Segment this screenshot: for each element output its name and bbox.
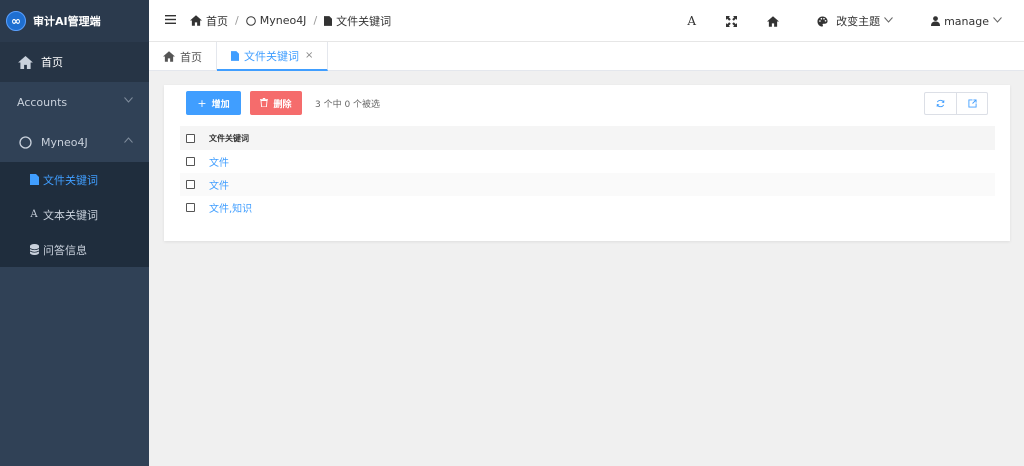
trash-icon bbox=[260, 97, 269, 110]
delete-button[interactable]: 删除 bbox=[250, 91, 302, 115]
hamburger-icon[interactable] bbox=[165, 13, 176, 28]
sidebar-item-label: 文本关键词 bbox=[43, 208, 98, 222]
sidebar-item-qa-info[interactable]: 问答信息 bbox=[0, 232, 149, 267]
tags-view: 首页 文件关键词 × bbox=[149, 42, 1024, 71]
document-icon bbox=[231, 50, 239, 61]
home-icon[interactable] bbox=[767, 15, 780, 27]
header-actions: A 改变主题 manage bbox=[687, 0, 1024, 42]
breadcrumb: 首页 / Myneo4J / 文件关键词 bbox=[190, 13, 391, 29]
document-icon bbox=[28, 174, 40, 185]
document-icon bbox=[324, 15, 333, 26]
font-size-icon[interactable]: A bbox=[687, 14, 696, 28]
breadcrumb-home[interactable]: 首页 bbox=[206, 13, 228, 29]
home-icon bbox=[163, 51, 175, 62]
row-checkbox[interactable] bbox=[186, 203, 195, 212]
circle-icon bbox=[245, 15, 256, 26]
table-header-row: 文件关键词 bbox=[180, 126, 995, 150]
sidebar-item-label: Myneo4J bbox=[41, 135, 88, 149]
sidebar-submenu: 文件关键词 A 文本关键词 问答信息 bbox=[0, 162, 149, 267]
fullscreen-icon[interactable] bbox=[726, 15, 738, 27]
table-cell-link[interactable]: 文件 bbox=[209, 177, 229, 192]
user-icon bbox=[931, 16, 941, 26]
user-dropdown[interactable]: manage bbox=[931, 15, 1002, 28]
select-all-checkbox[interactable] bbox=[186, 133, 195, 143]
sidebar-item-label: Accounts bbox=[17, 95, 68, 109]
plus-icon: + bbox=[197, 96, 207, 110]
chevron-down-icon bbox=[993, 16, 1002, 26]
theme-label: 改变主题 bbox=[836, 15, 881, 28]
export-icon[interactable] bbox=[956, 93, 987, 114]
table-tools bbox=[924, 92, 988, 115]
theme-dropdown[interactable]: 改变主题 bbox=[817, 13, 893, 29]
tab-label: 首页 bbox=[180, 50, 202, 64]
close-icon[interactable]: × bbox=[305, 50, 313, 61]
breadcrumb-myneo4j[interactable]: Myneo4J bbox=[260, 14, 307, 27]
home-icon bbox=[17, 55, 33, 69]
sidebar-item-home[interactable]: 首页 bbox=[0, 42, 149, 82]
chevron-down-icon bbox=[884, 16, 893, 26]
table-row[interactable]: 文件 bbox=[180, 150, 995, 173]
brand-title: 审计AI管理端 bbox=[33, 15, 101, 28]
sidebar-item-myneo4j[interactable]: Myneo4J bbox=[0, 122, 149, 162]
brand[interactable]: ∞ 审计AI管理端 bbox=[0, 0, 149, 42]
breadcrumb-separator: / bbox=[235, 14, 239, 27]
tab-home[interactable]: 首页 bbox=[149, 42, 217, 71]
sidebar-item-accounts[interactable]: Accounts bbox=[0, 82, 149, 122]
tab-file-keywords[interactable]: 文件关键词 × bbox=[217, 42, 329, 71]
sidebar-item-label: 问答信息 bbox=[43, 243, 87, 257]
refresh-icon[interactable] bbox=[925, 93, 956, 114]
home-icon bbox=[190, 15, 202, 26]
content-card: + 增加 删除 3 个中 0 个被选 文件关键词 文件 文件 文件,知识 bbox=[164, 85, 1010, 241]
circle-icon bbox=[17, 135, 33, 149]
text-icon: A bbox=[30, 209, 38, 220]
sidebar-item-text-keywords[interactable]: A 文本关键词 bbox=[0, 197, 149, 232]
chevron-up-icon bbox=[124, 136, 133, 146]
header: 首页 / Myneo4J / 文件关键词 A 改变主题 manage bbox=[149, 0, 1024, 42]
selection-info: 3 个中 0 个被选 bbox=[315, 100, 381, 110]
logo-icon: ∞ bbox=[6, 11, 26, 31]
palette-icon bbox=[817, 15, 828, 27]
sidebar-item-label: 文件关键词 bbox=[43, 173, 98, 187]
table-cell-link[interactable]: 文件,知识 bbox=[209, 200, 252, 215]
delete-button-label: 删除 bbox=[273, 99, 292, 110]
tab-label: 文件关键词 bbox=[244, 49, 299, 63]
add-button[interactable]: + 增加 bbox=[186, 91, 241, 115]
column-header: 文件关键词 bbox=[209, 133, 249, 143]
database-icon bbox=[28, 244, 40, 255]
breadcrumb-current: 文件关键词 bbox=[336, 14, 392, 28]
row-checkbox[interactable] bbox=[186, 157, 195, 166]
table-cell-link[interactable]: 文件 bbox=[209, 154, 229, 169]
data-table: 文件关键词 文件 文件 文件,知识 bbox=[180, 126, 995, 219]
table-row[interactable]: 文件,知识 bbox=[180, 196, 995, 219]
user-label: manage bbox=[944, 14, 989, 28]
sidebar: ∞ 审计AI管理端 首页 Accounts Myneo4J 文件关键词 A 文本… bbox=[0, 0, 149, 466]
chevron-down-icon bbox=[124, 96, 133, 106]
add-button-label: 增加 bbox=[211, 99, 230, 110]
table-row[interactable]: 文件 bbox=[180, 173, 995, 196]
sidebar-item-label: 首页 bbox=[41, 56, 63, 69]
breadcrumb-separator: / bbox=[313, 14, 318, 27]
sidebar-item-file-keywords[interactable]: 文件关键词 bbox=[0, 162, 149, 197]
row-checkbox[interactable] bbox=[186, 180, 195, 189]
